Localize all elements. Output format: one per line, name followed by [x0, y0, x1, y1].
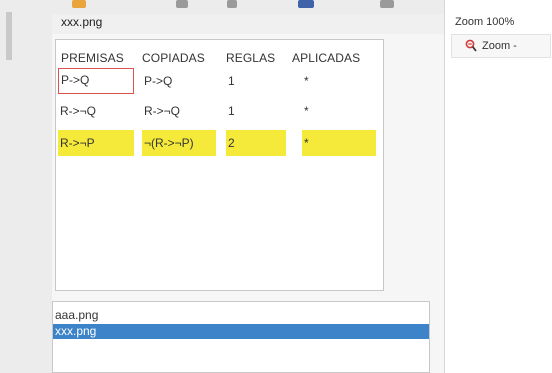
header-aplicadas: APLICADAS	[292, 51, 361, 65]
premisa-cell-highlighted[interactable]: R->¬P	[58, 130, 134, 156]
copiada-cell[interactable]: R->¬Q	[142, 98, 216, 124]
image-title: xxx.png	[61, 15, 103, 29]
premisa-cell[interactable]: P->Q	[58, 68, 134, 94]
header-premisas: PREMISAS	[61, 51, 124, 65]
image-file-list[interactable]: aaa.png xxx.png	[52, 301, 430, 373]
regla-cell-highlighted[interactable]: 2	[226, 130, 286, 156]
toolbar-strip	[52, 0, 444, 14]
toolbar-icon-gray[interactable]	[176, 0, 188, 8]
regla-cell[interactable]: 1	[226, 68, 286, 94]
regla-cell[interactable]: 1	[226, 98, 286, 124]
zoom-level-text: Zoom 100%	[455, 16, 515, 28]
aplicada-cell[interactable]: *	[302, 68, 376, 94]
aplicada-cell-highlighted[interactable]: *	[302, 130, 376, 156]
premisa-cell[interactable]: R->¬Q	[58, 98, 134, 124]
deduction-table: PREMISAS COPIADAS REGLAS APLICADAS P->Q …	[55, 39, 384, 291]
toolbar-icon-gray-2[interactable]	[227, 0, 237, 8]
file-list-item[interactable]: aaa.png	[53, 308, 429, 323]
header-copiadas: COPIADAS	[142, 51, 205, 65]
left-gutter	[0, 0, 52, 373]
toolbar-icon-blue[interactable]	[298, 0, 314, 8]
copiada-cell[interactable]: P->Q	[142, 68, 216, 94]
zoom-out-label: Zoom -	[482, 40, 517, 52]
header-reglas: REGLAS	[226, 51, 276, 65]
toolbar-icon-gray-3[interactable]	[380, 0, 394, 8]
zoom-out-button[interactable]: Zoom -	[451, 34, 551, 58]
file-list-item-selected[interactable]: xxx.png	[53, 324, 429, 339]
gutter-mark	[6, 12, 12, 60]
copiada-cell-highlighted[interactable]: ¬(R->¬P)	[142, 130, 216, 156]
zoom-pane: Zoom 100% Zoom -	[444, 0, 552, 373]
aplicada-cell[interactable]: *	[302, 98, 376, 124]
zoom-out-icon	[465, 39, 477, 52]
toolbar-icon-orange[interactable]	[72, 0, 86, 8]
